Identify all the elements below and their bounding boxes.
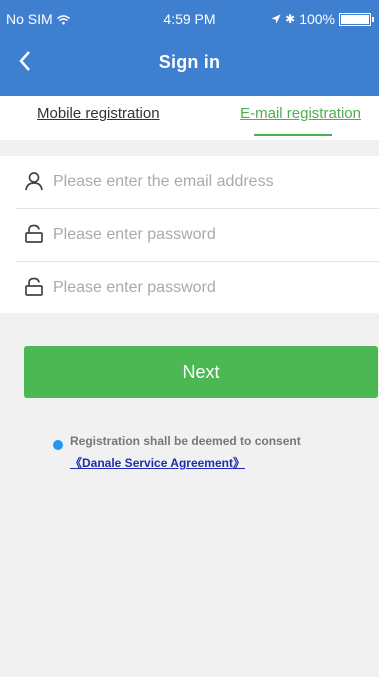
registration-tabs: Mobile registration E-mail registration bbox=[0, 96, 379, 140]
confirm-password-input[interactable] bbox=[51, 274, 365, 302]
tab-mobile-registration[interactable]: Mobile registration bbox=[37, 105, 160, 122]
registration-form bbox=[0, 156, 379, 313]
battery-percent: 100% bbox=[299, 11, 335, 27]
status-right: ✱ 100% bbox=[271, 11, 374, 27]
battery-icon bbox=[339, 12, 374, 26]
user-icon bbox=[24, 171, 44, 191]
app-header: No SIM 4:59 PM ✱ 100% Sign in bbox=[0, 0, 379, 96]
confirm-password-field-row bbox=[0, 262, 379, 314]
email-input[interactable] bbox=[51, 168, 365, 196]
page-title: Sign in bbox=[158, 52, 221, 72]
status-bar: No SIM 4:59 PM ✱ 100% bbox=[0, 0, 379, 36]
active-tab-indicator bbox=[254, 134, 332, 136]
section-gap bbox=[0, 140, 379, 156]
service-agreement-link[interactable]: 《Danale Service Agreement》 bbox=[70, 454, 245, 471]
consent-bullet bbox=[53, 440, 63, 450]
email-field-row bbox=[0, 156, 379, 208]
consent-text: Registration shall be deemed to consent bbox=[70, 434, 301, 448]
password-field-row bbox=[0, 209, 379, 261]
lock-icon bbox=[24, 277, 44, 297]
lock-icon bbox=[24, 224, 44, 244]
password-input[interactable] bbox=[51, 221, 365, 249]
location-arrow-icon bbox=[271, 11, 281, 27]
next-button[interactable]: Next bbox=[24, 346, 378, 398]
nav-bar: Sign in bbox=[0, 48, 379, 78]
tab-email-registration[interactable]: E-mail registration bbox=[240, 105, 361, 122]
bluetooth-icon: ✱ bbox=[285, 12, 296, 26]
